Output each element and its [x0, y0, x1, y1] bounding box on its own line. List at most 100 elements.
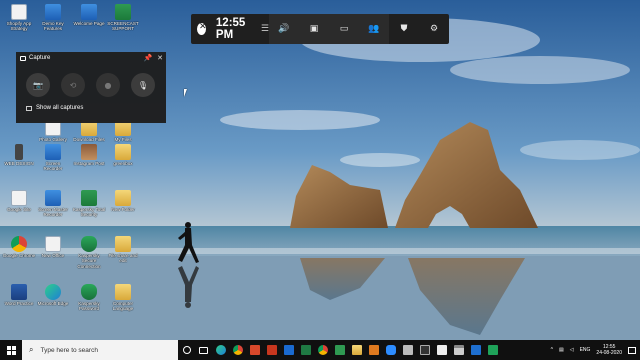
desktop-icon-kaspersky-secure-connection[interactable]: Kaspersky Secure Connection [72, 234, 106, 276]
capture-title: Capture [29, 55, 51, 61]
start-recording-button[interactable]: ● [96, 73, 120, 97]
app-icon [436, 345, 447, 355]
notification-icon[interactable] [628, 346, 636, 354]
mic-toggle-button[interactable]: 🎙 [131, 73, 155, 97]
clock[interactable]: 12:55 24-08-2020 [596, 344, 622, 356]
desktop-icon-computer-language[interactable]: Computer Language [106, 282, 140, 324]
cortana-button[interactable] [178, 340, 195, 360]
chevron-up-icon[interactable]: ^ [551, 347, 553, 353]
app-icon [81, 4, 97, 20]
taskbar-app-chrome-2[interactable] [314, 340, 331, 360]
gamebar-right: ⛊ ⚙ [389, 14, 449, 44]
taskbar-search[interactable]: ⌕ Type here to search [22, 340, 178, 360]
taskbar-chrome[interactable] [229, 340, 246, 360]
audio-widget-button[interactable]: 🔊 [269, 14, 299, 44]
shield-icon [81, 236, 97, 252]
desktop-icon-welcome-page[interactable]: Welcome Page [72, 2, 106, 44]
language-indicator[interactable]: ENG [580, 347, 591, 353]
desktop-icon-google-chrome[interactable]: Google Chrome [2, 234, 36, 276]
taskbar: ⌕ Type here to search ^ ▤ ◁ ENG 12:55 24… [0, 340, 640, 360]
taskbar-store[interactable] [450, 340, 467, 360]
pin-icon[interactable]: 📌 [142, 54, 154, 62]
cortana-icon [182, 346, 191, 354]
start-button[interactable] [0, 340, 22, 360]
taskbar-app-orange[interactable] [365, 340, 382, 360]
taskbar-app-gray[interactable] [399, 340, 416, 360]
phone-icon [15, 144, 23, 160]
desktop-icon-shopify-app-strategy[interactable]: Shopify App Strategy [2, 2, 36, 44]
outlook-icon [283, 345, 294, 355]
taskbar-outlook[interactable] [280, 340, 297, 360]
menu-icon[interactable]: ☰ [261, 24, 269, 34]
taskbar-app-green[interactable] [331, 340, 348, 360]
desktop-icon-web-design[interactable]: WEB DESIGN [2, 142, 36, 184]
taskbar-edge[interactable] [212, 340, 229, 360]
desktop-icon-microsoft-edge[interactable]: Microsoft Edge [36, 282, 70, 324]
desktop-icon-word-practice[interactable]: Word Practice [2, 282, 36, 324]
document-icon [11, 190, 27, 206]
folder-icon [115, 236, 131, 252]
mouse-cursor [184, 89, 190, 97]
network-icon[interactable]: ▤ [559, 347, 564, 353]
chrome-icon [232, 345, 243, 355]
desktop-icon-screencast-support[interactable]: SCREENCAST SUPPORT [106, 2, 140, 44]
taskbar-app-green-2[interactable] [484, 340, 501, 360]
social-widget-button[interactable]: 👥 [359, 14, 389, 44]
performance-widget-button[interactable]: ▭ [329, 14, 359, 44]
desktop-icon-screen-master-recorder[interactable]: Screen Master Recorder [36, 188, 70, 230]
speaker-icon[interactable]: ◁ [570, 347, 574, 353]
chrome-icon [11, 236, 27, 252]
system-tray: ^ ▤ ◁ ENG 12:55 24-08-2020 [548, 340, 640, 360]
folder-icon [115, 144, 131, 160]
document-icon [11, 4, 27, 20]
taskbar-app-red[interactable] [246, 340, 263, 360]
taskbar-app-red-2[interactable] [263, 340, 280, 360]
taskbar-file-explorer[interactable] [348, 340, 365, 360]
shield-button[interactable]: ⛊ [389, 14, 419, 44]
desktop-icon-instagram-post[interactable]: Instagram Post [72, 142, 106, 184]
xbox-icon[interactable] [197, 22, 206, 35]
people-icon: 👥 [368, 24, 380, 34]
gallery-icon [26, 105, 32, 111]
settings-button[interactable]: ⚙ [419, 14, 449, 44]
app-icon [45, 144, 61, 160]
gamebar-widgets: 🔊 ▣ ▭ 👥 [269, 14, 389, 44]
edge-icon [45, 284, 61, 300]
close-icon[interactable]: ✕ [154, 54, 166, 62]
capture-widget-button[interactable]: ▣ [299, 14, 329, 44]
desktop-icon-file-share-and-edit[interactable]: File share and edit [106, 234, 140, 276]
desktop-icon-demo-key-features[interactable]: Demo Key Features [36, 2, 70, 44]
camera-icon [20, 55, 26, 61]
desktop-icon-google-site[interactable]: Google Site [2, 188, 36, 230]
folder-icon [115, 284, 131, 300]
desktop-icon-greenbox[interactable]: greenbox [106, 142, 140, 184]
search-icon: ⌕ [29, 345, 34, 354]
desktop-icon-screen-recorder[interactable]: Screen Recorder [36, 142, 70, 184]
taskbar-excel[interactable] [297, 340, 314, 360]
mic-off-icon: 🎙 [137, 80, 149, 90]
desktop-icon-new-folder[interactable]: New Folder [106, 188, 140, 230]
desktop-icon-new-office[interactable]: New Office [36, 234, 70, 276]
desktop-icon-kaspersky-total-security[interactable]: Kaspersky Total Security [72, 188, 106, 230]
app-icon [487, 345, 498, 355]
desktop-icon-kaspersky-password[interactable]: Kaspersky Password [72, 282, 106, 324]
taskbar-zoom[interactable] [382, 340, 399, 360]
app-icon [115, 4, 131, 20]
taskbar-app-blue[interactable] [467, 340, 484, 360]
app-icon [368, 345, 379, 355]
excel-icon [300, 345, 311, 355]
windows-icon [6, 345, 16, 355]
speaker-icon: 🔊 [278, 24, 290, 34]
capture-header[interactable]: Capture 📌 ✕ [16, 52, 166, 64]
task-view-button[interactable] [195, 340, 212, 360]
chrome-icon [317, 345, 328, 355]
capture-widget: Capture 📌 ✕ 📷 ⟲ ● 🎙 Show all captures [16, 52, 166, 123]
taskbar-app-white[interactable] [433, 340, 450, 360]
app-icon [45, 4, 61, 20]
shield-icon: ⛊ [400, 24, 408, 34]
taskbar-app-monitor[interactable] [416, 340, 433, 360]
record-last-30s-button[interactable]: ⟲ [61, 73, 85, 97]
screenshot-button[interactable]: 📷 [26, 73, 50, 97]
monitor-icon [419, 345, 430, 355]
show-all-captures-link[interactable]: Show all captures [16, 97, 166, 111]
